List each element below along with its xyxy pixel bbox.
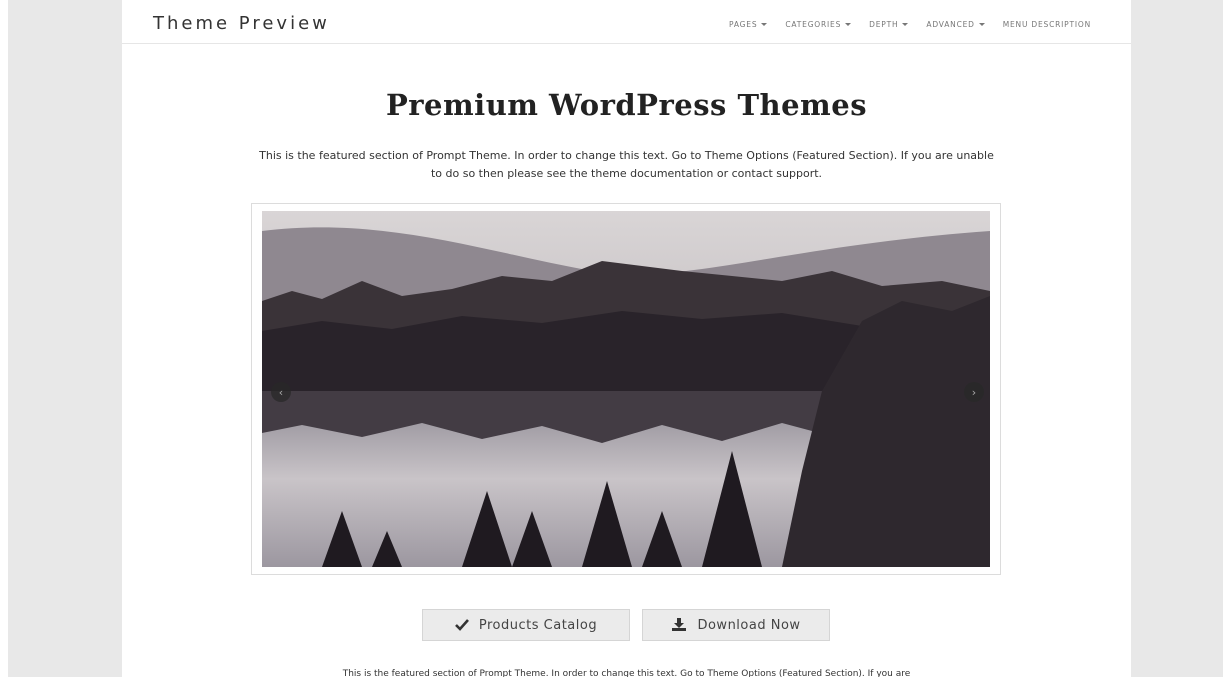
nav-item-label: CATEGORIES xyxy=(785,20,842,29)
right-gutter xyxy=(1131,0,1223,677)
page-container: Theme Preview PAGES CATEGORIES DEPTH ADV… xyxy=(122,0,1131,677)
nav-item-label: MENU DESCRIPTION xyxy=(1002,20,1091,29)
forest-lake-image xyxy=(262,211,990,567)
products-catalog-label: Products Catalog xyxy=(478,617,598,633)
left-edge xyxy=(0,0,8,677)
site-brand[interactable]: Theme Preview xyxy=(153,13,330,34)
nav-item-label: PAGES xyxy=(729,20,758,29)
chevron-left-icon: ‹ xyxy=(278,385,284,399)
caret-down-icon xyxy=(902,23,909,26)
top-navbar: Theme Preview PAGES CATEGORIES DEPTH ADV… xyxy=(122,0,1131,44)
caret-down-icon xyxy=(761,23,768,26)
image-slider: ‹ › xyxy=(251,203,1001,575)
nav-item-advanced[interactable]: ADVANCED xyxy=(926,20,985,29)
nav-item-pages[interactable]: PAGES xyxy=(729,20,768,29)
slider-prev-button[interactable]: ‹ xyxy=(271,382,291,402)
nav-item-label: ADVANCED xyxy=(926,20,975,29)
chevron-right-icon: › xyxy=(971,385,977,399)
main-nav: PAGES CATEGORIES DEPTH ADVANCED MENU DES… xyxy=(729,20,1091,29)
nav-item-menu-description[interactable]: MENU DESCRIPTION xyxy=(1003,20,1091,29)
caret-down-icon xyxy=(845,23,852,26)
download-now-button[interactable]: Download Now xyxy=(642,609,830,641)
products-catalog-button[interactable]: Products Catalog xyxy=(422,609,630,641)
featured-footer-text: This is the featured section of Prompt T… xyxy=(342,669,911,677)
featured-description: This is the featured section of Prompt T… xyxy=(259,149,994,180)
caret-down-icon xyxy=(978,23,985,26)
left-gutter xyxy=(8,0,122,677)
download-now-label: Download Now xyxy=(697,617,801,633)
download-icon xyxy=(672,618,687,631)
page-title: Premium WordPress Themes xyxy=(385,88,868,122)
check-icon xyxy=(454,619,469,631)
nav-item-categories[interactable]: CATEGORIES xyxy=(785,20,852,29)
nav-item-label: DEPTH xyxy=(869,20,899,29)
slide-image: ‹ › xyxy=(262,211,990,567)
nav-item-depth[interactable]: DEPTH xyxy=(869,20,909,29)
slider-next-button[interactable]: › xyxy=(964,382,984,402)
